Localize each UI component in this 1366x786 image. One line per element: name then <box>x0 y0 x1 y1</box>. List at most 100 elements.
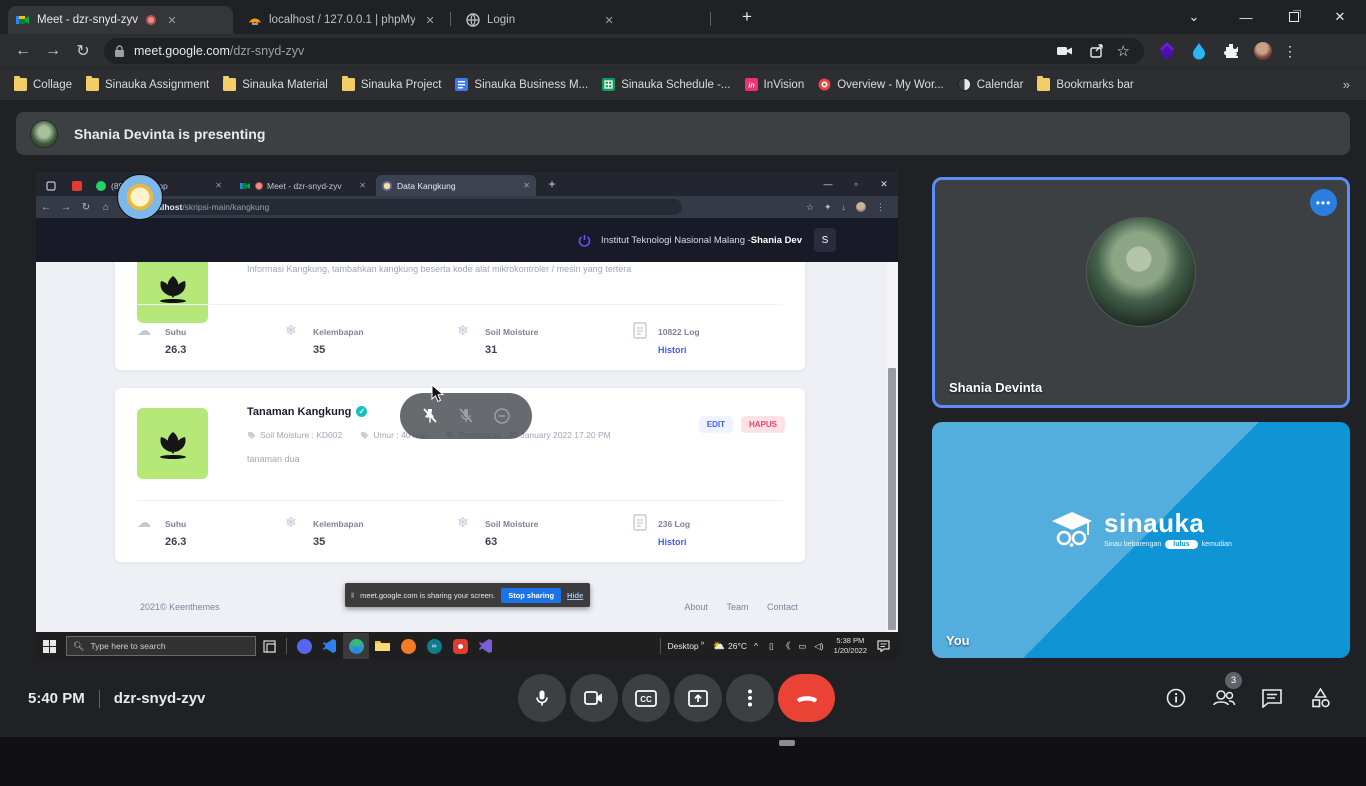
bookmark-star-icon[interactable]: ☆ <box>1117 42 1130 60</box>
microphone-button[interactable] <box>518 674 566 722</box>
download-icon[interactable]: ↓ <box>842 202 847 212</box>
participants-button[interactable]: 3 <box>1200 674 1248 722</box>
bookmark-invision[interactable]: inInVision <box>745 78 805 91</box>
share-icon[interactable] <box>1088 42 1106 60</box>
tab-close-icon[interactable]: ✕ <box>164 12 180 28</box>
extensions-puzzle-icon[interactable] <box>1222 42 1240 60</box>
shared-address-bar[interactable]: i localhost/skripsi-main/kangkung <box>122 199 682 215</box>
tab-phpmyadmin[interactable]: localhost / 127.0.0.1 | phpMyAdm ✕ <box>240 6 445 34</box>
taskbar-clock[interactable]: 5:38 PM1/20/2022 <box>834 636 867 656</box>
window-chevron-icon[interactable]: ⌄ <box>1172 0 1216 34</box>
edit-button[interactable]: EDIT <box>699 416 733 433</box>
extension-icon[interactable]: ✦ <box>824 202 832 213</box>
shared-pinned-youtube-tab[interactable] <box>66 175 86 196</box>
reload-button[interactable]: ↻ <box>68 41 98 61</box>
window-minimize-button[interactable]: — <box>1224 0 1268 34</box>
taskbar-explorer-icon[interactable] <box>369 633 395 659</box>
shared-minimize-button[interactable]: — <box>814 172 842 196</box>
scrollbar-thumb[interactable] <box>888 368 896 630</box>
plant-title[interactable]: Tanaman Kangkung✓ <box>247 406 367 418</box>
forward-button[interactable]: → <box>56 202 76 213</box>
participant-tile-shania[interactable]: Shania Devinta ••• <box>932 177 1350 408</box>
bookmarks-overflow-chevron[interactable]: » <box>1343 77 1350 92</box>
bookmark-star-icon[interactable]: ☆ <box>806 202 814 213</box>
captions-button[interactable]: CC <box>622 674 670 722</box>
bookmark-calendar[interactable]: Calendar <box>958 78 1024 91</box>
stop-sharing-button[interactable]: Stop sharing <box>501 588 561 603</box>
weather-temp[interactable]: 26°C <box>728 641 747 651</box>
bookmark-sinauka-business[interactable]: Sinauka Business M... <box>455 78 588 91</box>
screen-share-presentation[interactable]: (89) WhatsApp✕ Meet - dzr-snyd-zyv✕ Data… <box>36 172 898 660</box>
tab-close-icon[interactable]: ✕ <box>359 181 366 190</box>
taskbar-visual-studio-icon[interactable] <box>473 633 499 659</box>
extension-drop-icon[interactable] <box>1190 42 1208 60</box>
camera-button[interactable] <box>570 674 618 722</box>
shared-close-button[interactable]: ✕ <box>870 172 898 196</box>
browser-menu-kebab-icon[interactable]: ⋮ <box>1283 43 1297 60</box>
histori-link[interactable]: Histori <box>658 345 687 355</box>
tab-close-icon[interactable]: ✕ <box>601 12 617 28</box>
start-button[interactable] <box>36 633 62 659</box>
bookmark-collage[interactable]: Collage <box>14 78 72 91</box>
remove-participant-icon[interactable] <box>493 407 511 425</box>
tray-chevron-icon[interactable]: ^ <box>754 641 758 651</box>
tab-meet[interactable]: Meet - dzr-snyd-zyv ✕ <box>8 6 233 34</box>
bookmark-sinauka-project[interactable]: Sinauka Project <box>342 78 442 91</box>
back-button[interactable]: ← <box>36 202 56 213</box>
hapus-button[interactable]: HAPUS <box>741 416 785 433</box>
shared-new-tab-button[interactable]: + <box>542 172 562 196</box>
footer-link-team[interactable]: Team <box>726 602 748 612</box>
page-scrollbar[interactable] <box>887 262 897 632</box>
chat-button[interactable] <box>1248 674 1296 722</box>
shared-tab-meet[interactable]: Meet - dzr-snyd-zyv✕ <box>234 175 372 196</box>
forward-button[interactable]: → <box>38 42 68 60</box>
taskbar-arduino-icon[interactable]: ∞ <box>421 633 447 659</box>
bookmark-overview[interactable]: Overview - My Wor... <box>818 78 944 91</box>
unpin-icon[interactable] <box>421 407 439 425</box>
taskbar-search-box[interactable]: 🔍︎ Type here to search <box>66 636 256 656</box>
footer-link-about[interactable]: About <box>684 602 708 612</box>
profile-avatar[interactable] <box>856 202 866 212</box>
present-screen-button[interactable] <box>674 674 722 722</box>
bookmark-bookmarks-bar-folder[interactable]: Bookmarks bar <box>1037 78 1133 91</box>
bookmark-sinauka-assignment[interactable]: Sinauka Assignment <box>86 78 209 91</box>
menu-kebab-icon[interactable]: ⋮ <box>876 202 885 213</box>
taskbar-edge-icon-active[interactable] <box>343 633 369 659</box>
tab-login[interactable]: Login ✕ <box>458 6 703 34</box>
tile-options-button[interactable]: ••• <box>1310 189 1337 216</box>
footer-link-contact[interactable]: Contact <box>767 602 798 612</box>
network-icon[interactable]: 《 <box>782 640 791 652</box>
reload-button[interactable]: ↻ <box>76 202 96 213</box>
address-bar[interactable]: meet.google.com/dzr-snyd-zyv ☆ <box>104 38 1144 64</box>
end-call-button[interactable] <box>778 674 835 722</box>
camera-allowed-icon[interactable] <box>1056 42 1074 60</box>
bookmark-sinauka-material[interactable]: Sinauka Material <box>223 78 328 91</box>
tab-close-icon[interactable]: ✕ <box>523 181 530 190</box>
histori-link[interactable]: Histori <box>658 537 687 547</box>
meeting-details-button[interactable] <box>1152 674 1200 722</box>
new-tab-button[interactable]: + <box>730 0 764 34</box>
battery-icon[interactable]: ▭ <box>798 641 806 652</box>
hide-notice-link[interactable]: Hide <box>567 591 583 600</box>
bookmark-sinauka-schedule[interactable]: Sinauka Schedule -... <box>602 78 730 91</box>
more-options-button[interactable] <box>726 674 774 722</box>
volume-icon[interactable]: ◁) <box>814 641 823 652</box>
window-close-button[interactable]: ✕ <box>1318 0 1362 34</box>
taskbar-discord-icon[interactable] <box>291 633 317 659</box>
show-desktop-label[interactable]: Desktop <box>667 641 698 651</box>
device-icon[interactable]: ▯ <box>769 641 774 652</box>
shared-tab-data-kangkung[interactable]: Data Kangkung✕ <box>376 175 536 196</box>
shared-restore-button[interactable]: ▫ <box>842 172 870 196</box>
participant-tile-you[interactable]: sinauka Sinau bebarengan lulus kemudian … <box>932 422 1350 658</box>
dashboard-avatar-badge[interactable]: S <box>814 228 836 252</box>
profile-avatar[interactable] <box>1254 42 1272 60</box>
drag-handle-icon[interactable]: ‖ <box>351 591 354 600</box>
desktop-chevron-icon[interactable]: » <box>701 640 705 647</box>
tab-close-icon[interactable]: ✕ <box>423 12 437 28</box>
power-icon[interactable] <box>578 234 591 247</box>
extension-layers-icon[interactable] <box>1158 42 1176 60</box>
notification-center-icon[interactable] <box>877 640 890 652</box>
taskbar-xampp-icon[interactable] <box>395 633 421 659</box>
taskbar-vscode-icon[interactable] <box>317 633 343 659</box>
home-icon[interactable]: ⌂ <box>96 202 116 213</box>
